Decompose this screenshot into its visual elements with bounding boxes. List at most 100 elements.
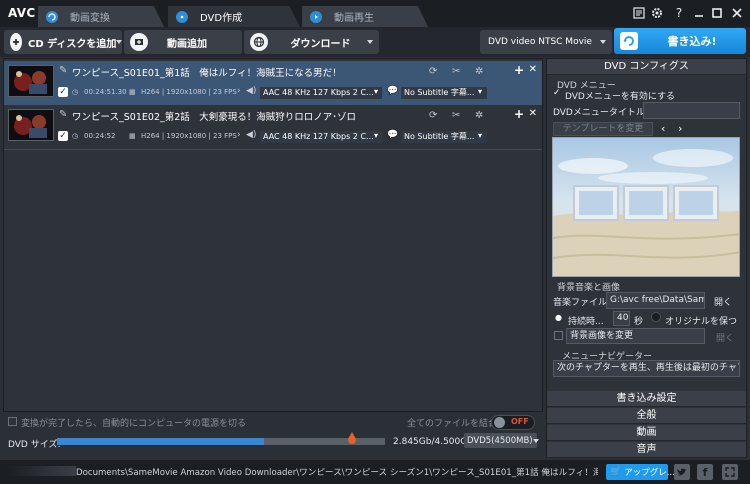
audio-track-value: AAC 48 KHz 127 Kbps 2 C... (263, 132, 374, 141)
subtitle-icon: 💬 (387, 130, 399, 140)
maximize-icon[interactable] (710, 6, 724, 20)
general-section[interactable]: 全般 (547, 408, 746, 424)
duration-radio[interactable]: ● (555, 313, 562, 322)
disc-type-select[interactable]: DVD5(4500MB) (464, 433, 539, 448)
menu-title-input[interactable] (643, 102, 740, 119)
dvd-config-panel: DVD コンフィグス DVD メニュー ✓ DVDメニューを有効にする DVDメ… (546, 58, 747, 458)
duration-input[interactable]: 40 (613, 311, 630, 326)
chevron-left-icon[interactable]: ‹ (661, 122, 665, 135)
edit-icon[interactable]: ✎ (59, 109, 67, 120)
edit-icon[interactable]: ✎ (59, 65, 67, 76)
expand-icon[interactable] (722, 464, 738, 480)
rotate-icon[interactable]: ⟳ (429, 66, 437, 77)
video-thumbnail (8, 109, 54, 141)
chevron-down-icon: ▾ (478, 87, 483, 96)
chevron-down-icon: ▾ (374, 131, 379, 140)
download-button[interactable]: ダウンロード (244, 30, 379, 54)
subtitle-select[interactable]: No Subtitle 字幕... (401, 87, 487, 99)
effects-icon[interactable]: ✲ (475, 66, 483, 77)
burn-button[interactable]: 書き込み! (614, 28, 746, 54)
upgrade-button[interactable]: 🛒 アップグレ... (606, 464, 675, 480)
subtitle-value: No Subtitle 字幕... (404, 132, 475, 141)
shutdown-checkbox[interactable] (8, 417, 17, 426)
chevron-right-icon: › (237, 86, 241, 96)
dvd-config-header[interactable]: DVD コンフィグス (547, 59, 746, 75)
enable-menu-check-icon[interactable]: ✓ (553, 88, 561, 98)
tab-convert[interactable]: 動画変換 (38, 6, 164, 27)
bg-image-open-button[interactable]: 開く (716, 331, 734, 344)
navigator-select[interactable]: 次のチャプターを再生、再生後は最初のチャプ (553, 360, 740, 377)
tab-play[interactable]: 動画再生 (302, 6, 428, 27)
tab-play-label: 動画再生 (334, 13, 374, 24)
bg-image-field[interactable]: 背景画像を変更 (566, 328, 705, 344)
effects-icon[interactable]: ✲ (475, 110, 483, 121)
help-button[interactable]: ? (672, 6, 686, 20)
audio-track-value: AAC 48 KHz 127 Kbps 2 C... (263, 88, 374, 97)
add-chapter-icon[interactable]: + (514, 63, 524, 77)
remove-file-icon[interactable]: ✕ (529, 108, 537, 119)
close-icon[interactable] (730, 6, 744, 20)
menu-template-preview[interactable] (552, 137, 740, 277)
merge-toggle[interactable]: OFF (491, 415, 535, 430)
merge-label: 全てのファイルを結合 (407, 419, 498, 429)
chevron-down-icon (532, 438, 539, 443)
app-logo: AVC (8, 6, 36, 20)
add-disc-label: CD ディスクを追加 (28, 38, 117, 50)
video-section[interactable]: 動画 (547, 425, 746, 441)
file-title[interactable]: ワンピース_S01E01_第1話 俺はルフィ！海賊王になる男だ！ (72, 65, 342, 79)
music-open-button[interactable]: 開く (714, 295, 732, 308)
file-checkbox[interactable]: ✓ (58, 87, 68, 97)
file-title[interactable]: ワンピース_S01E02_第2話 大剣豪現る！海賊狩りロロノア･ゾロ (72, 109, 356, 123)
gear-icon[interactable] (650, 6, 664, 20)
cut-icon[interactable]: ✂ (452, 110, 460, 121)
chevron-right-icon[interactable]: › (678, 122, 682, 135)
add-disc-button[interactable]: CD ディスクを追加 (4, 30, 123, 54)
minimize-icon[interactable] (692, 6, 706, 20)
format-select[interactable]: DVD video NTSC Movie (480, 30, 612, 54)
clock-icon: ◷ (72, 132, 79, 140)
music-file-input[interactable]: G:\avc free\Data\Sampl (606, 292, 705, 309)
register-icon[interactable] (632, 6, 646, 20)
disc-icon (176, 10, 188, 23)
burn-settings-section[interactable]: 書き込み設定 (547, 391, 746, 407)
shutdown-label: 変換が完了したら、自動的にコンピュータの電源を切る (21, 419, 247, 429)
audio-section[interactable]: 音声 (547, 442, 746, 458)
globe-download-icon (250, 33, 268, 51)
file-row[interactable]: ✎ ワンピース_S01E01_第1話 俺はルフィ！海賊王になる男だ！ ✓ ◷ 0… (4, 61, 542, 105)
cut-icon[interactable]: ✂ (452, 66, 460, 77)
add-chapter-icon[interactable]: + (514, 107, 524, 121)
disc-type-value: DVD5(4500MB) (467, 435, 533, 446)
dvd-size-label: DVD サイズ: (8, 440, 61, 450)
change-template-button[interactable]: テンプレートを変更 (553, 122, 653, 136)
audio-track-select[interactable]: AAC 48 KHz 127 Kbps 2 C... (260, 87, 382, 99)
seconds-unit: 秒 (634, 317, 644, 327)
rotate-icon[interactable]: ⟳ (429, 110, 437, 121)
tab-dvd-create-label: DVD作成 (200, 13, 243, 24)
facebook-icon[interactable]: f (697, 464, 713, 480)
speaker-icon: ◀) (246, 86, 257, 96)
toggle-knob (494, 417, 505, 428)
output-path[interactable]: Documents\SameMovie Amazon Video Downloa… (76, 466, 598, 478)
keep-original-label: オリジナルを保つ (665, 317, 738, 327)
file-row[interactable]: ✎ ワンピース_S01E02_第2話 大剣豪現る！海賊狩りロロノア･ゾロ ✓ ◷… (4, 105, 542, 149)
remove-file-icon[interactable]: ✕ (529, 64, 537, 75)
twitter-icon[interactable] (674, 464, 690, 480)
capacity-marker-icon (348, 432, 356, 444)
dvd-size-fill (57, 438, 265, 445)
merge-toggle-state: OFF (511, 417, 529, 426)
tab-dvd-create[interactable]: DVD作成 (168, 6, 300, 27)
subtitle-select[interactable]: No Subtitle 字幕... (401, 131, 487, 143)
burn-icon (620, 32, 638, 50)
enable-menu-label: DVDメニューを有効にする (565, 92, 675, 102)
chevron-down-icon (116, 40, 123, 44)
keep-original-radio[interactable] (651, 312, 661, 322)
bg-image-checkbox[interactable] (554, 331, 563, 340)
add-video-button[interactable]: 動画追加 (124, 30, 242, 54)
burn-label: 書き込み! (667, 35, 717, 48)
file-checkbox[interactable]: ✓ (58, 131, 68, 141)
audio-track-select[interactable]: AAC 48 KHz 127 Kbps 2 C... (260, 131, 382, 143)
film-icon: ▦ (129, 88, 136, 96)
refresh-icon (46, 10, 58, 23)
file-list: ✎ ワンピース_S01E01_第1話 俺はルフィ！海賊王になる男だ！ ✓ ◷ 0… (3, 58, 543, 412)
tab-convert-label: 動画変換 (70, 13, 110, 24)
